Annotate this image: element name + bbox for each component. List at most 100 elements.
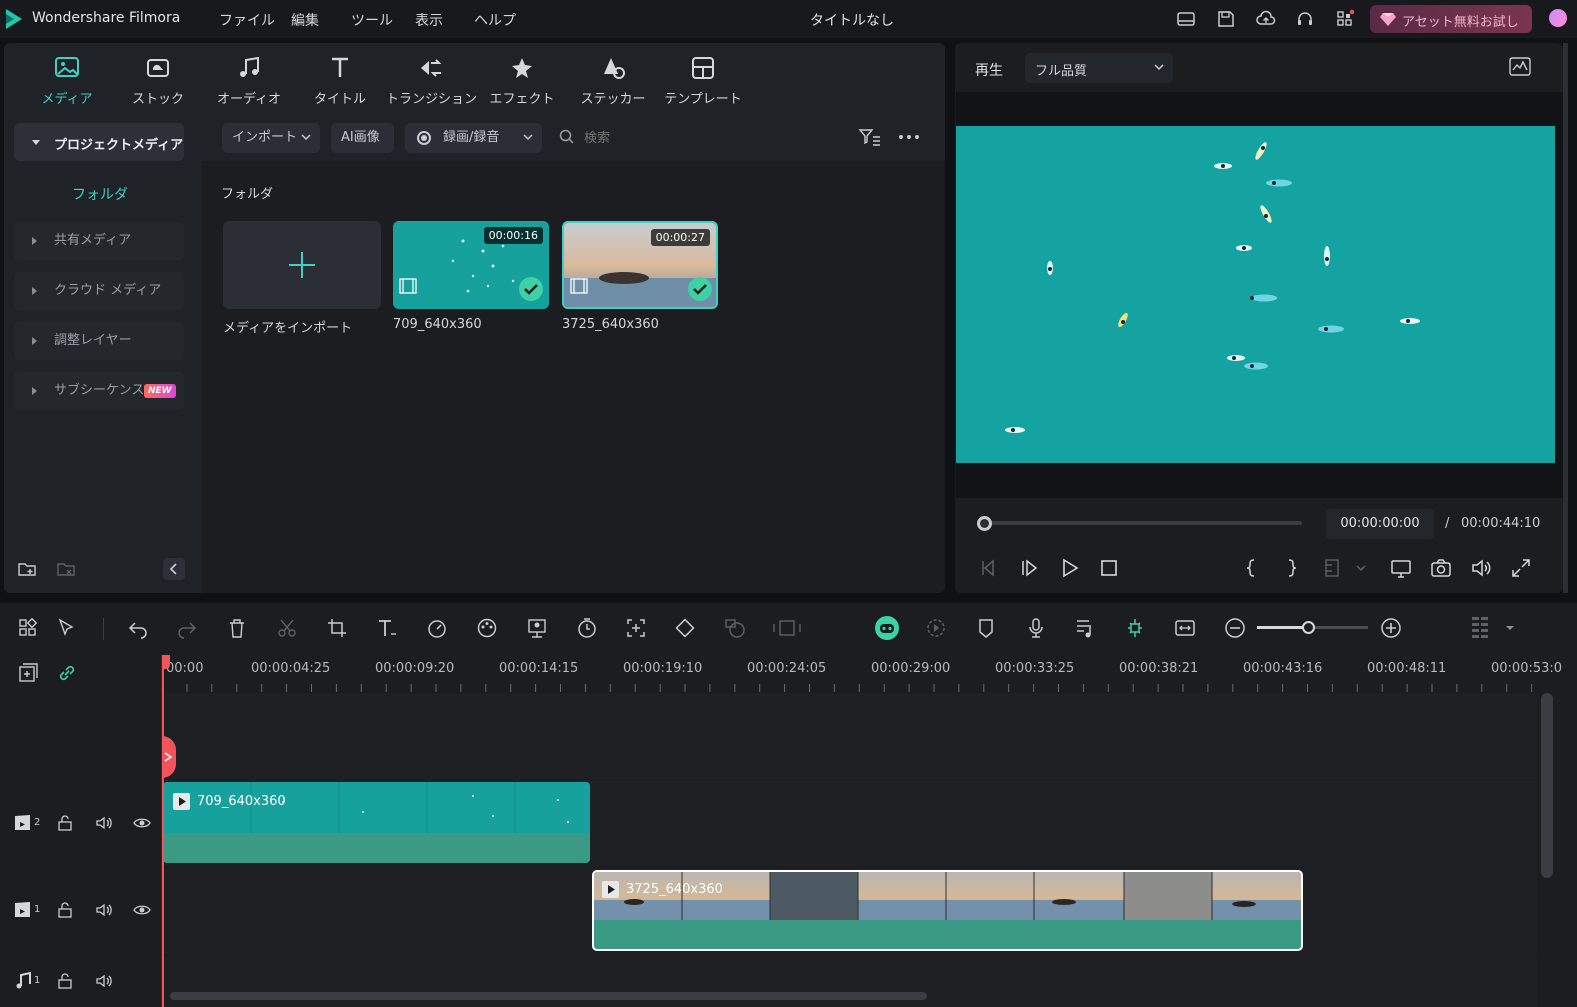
stop-icon[interactable] <box>1098 557 1120 579</box>
tab-effect[interactable]: エフェクト <box>477 54 567 107</box>
apps-grid-icon[interactable] <box>1335 9 1355 29</box>
tab-sticker[interactable]: ステッカー <box>568 54 658 107</box>
auto-reframe-icon[interactable] <box>625 617 647 639</box>
new-folder-icon[interactable] <box>17 559 37 579</box>
sidebar-item-subsequence[interactable]: サブシーケンス NEW <box>14 372 184 410</box>
zoom-slider-handle[interactable] <box>1302 621 1315 634</box>
mark-out-icon[interactable] <box>1281 557 1303 579</box>
import-media-tile[interactable] <box>223 221 381 309</box>
play-icon[interactable] <box>1059 557 1081 579</box>
eye-icon[interactable] <box>133 901 151 919</box>
media-thumb-709[interactable]: 00:00:16 <box>393 221 549 309</box>
lock-icon[interactable] <box>56 972 74 990</box>
ai-copilot-icon[interactable] <box>874 615 900 641</box>
sidebar-item-adjustment-layer[interactable]: 調整レイヤー <box>14 322 184 360</box>
display-icon[interactable] <box>1390 557 1412 579</box>
record-button[interactable]: 録画/録音 <box>405 123 542 153</box>
search-input[interactable] <box>584 124 824 152</box>
delete-trash-icon[interactable] <box>226 617 248 639</box>
tab-template[interactable]: テンプレート <box>658 54 748 107</box>
menu-edit[interactable]: 編集 <box>291 10 319 30</box>
media-thumb-3725[interactable]: 00:00:27 <box>562 221 718 309</box>
headset-icon[interactable] <box>1295 9 1315 29</box>
avatar[interactable] <box>1549 9 1567 27</box>
crop-icon[interactable] <box>326 617 348 639</box>
tab-title[interactable]: タイトル <box>295 54 385 107</box>
preview-video-frame[interactable] <box>956 126 1555 463</box>
audio-mix-icon[interactable] <box>1074 617 1096 639</box>
chevron-down-icon[interactable] <box>1505 624 1515 632</box>
speaker-icon[interactable] <box>95 972 113 990</box>
filter-sort-icon[interactable] <box>858 127 882 147</box>
marker-icon[interactable] <box>975 617 997 639</box>
save-icon[interactable] <box>1216 9 1236 29</box>
current-time-box[interactable]: 00:00:00:00 <box>1326 509 1434 539</box>
speed-icon[interactable] <box>426 617 448 639</box>
split-scissors-icon[interactable] <box>276 617 298 639</box>
more-options-icon[interactable] <box>898 134 920 140</box>
promo-button[interactable]: アセット無料お試し <box>1370 5 1532 33</box>
lock-icon[interactable] <box>56 901 74 919</box>
green-screen-icon[interactable] <box>526 617 548 639</box>
playhead-top-marker[interactable] <box>162 655 170 669</box>
fullscreen-icon[interactable] <box>1510 557 1532 579</box>
collapse-sidebar-button[interactable] <box>163 558 185 580</box>
redo-icon[interactable] <box>176 617 198 639</box>
menu-view[interactable]: 表示 <box>415 10 443 30</box>
text-icon[interactable] <box>376 617 398 639</box>
quality-dropdown[interactable]: フル品質 <box>1025 53 1173 83</box>
eye-icon[interactable] <box>133 814 151 832</box>
zoom-in-icon[interactable] <box>1380 617 1402 639</box>
playback-progress-track[interactable] <box>985 521 1302 525</box>
project-media-item[interactable]: プロジェクトメディア <box>14 123 184 161</box>
prev-frame-icon[interactable] <box>978 557 1000 579</box>
tab-audio[interactable]: オーディオ <box>204 54 294 107</box>
select-tool-icon[interactable] <box>56 617 78 639</box>
menu-file[interactable]: ファイル <box>219 10 275 30</box>
chevron-down-icon[interactable] <box>1355 564 1367 574</box>
speaker-icon[interactable] <box>95 901 113 919</box>
ai-image-button[interactable]: AI画像 <box>331 123 394 153</box>
menu-tools[interactable]: ツール <box>351 10 393 30</box>
playback-progress-handle[interactable] <box>977 516 992 531</box>
speech-to-text-icon[interactable] <box>724 617 746 639</box>
volume-icon[interactable] <box>1470 557 1492 579</box>
zoom-out-icon[interactable] <box>1224 617 1246 639</box>
keyframe-icon[interactable] <box>674 617 696 639</box>
sidebar-folder[interactable]: フォルダ <box>72 184 128 204</box>
tab-transition[interactable]: トランジション <box>386 54 477 107</box>
cloud-upload-icon[interactable] <box>1256 9 1276 29</box>
link-icon[interactable] <box>56 662 78 684</box>
color-palette-icon[interactable] <box>476 617 498 639</box>
timeline-horizontal-scrollbar[interactable] <box>170 992 927 1000</box>
render-preview-icon[interactable] <box>925 617 947 639</box>
sidebar-item-cloud-media[interactable]: クラウド メディア <box>14 272 184 310</box>
player-tab[interactable]: 再生 <box>975 60 1003 80</box>
insert-icon[interactable] <box>1321 557 1343 579</box>
stabilize-icon[interactable] <box>772 617 802 639</box>
lock-icon[interactable] <box>56 814 74 832</box>
fit-timeline-icon[interactable] <box>1174 617 1196 639</box>
panel-scrollbar[interactable] <box>1563 43 1568 593</box>
track-layout-icon[interactable] <box>1470 615 1490 643</box>
undo-icon[interactable] <box>127 617 149 639</box>
timeline-clip-3725[interactable]: 3725_640x360 <box>592 870 1303 951</box>
next-frame-icon[interactable] <box>1019 557 1041 579</box>
timeline-vertical-scrollbar[interactable] <box>1541 693 1553 878</box>
timeline-clip-709[interactable]: 709_640x360 <box>163 782 590 863</box>
playhead-line[interactable] <box>162 655 164 1007</box>
sidebar-item-shared-media[interactable]: 共有メディア <box>14 222 184 260</box>
snap-magnet-icon[interactable] <box>1124 617 1146 639</box>
duration-timer-icon[interactable] <box>576 617 598 639</box>
tab-stock[interactable]: ストック <box>113 54 203 107</box>
snapshot-camera-icon[interactable] <box>1430 557 1452 579</box>
layout-grid-icon[interactable] <box>17 617 39 639</box>
add-track-icon[interactable] <box>17 662 39 684</box>
scopes-icon[interactable] <box>1508 56 1532 78</box>
tab-media[interactable]: メディア <box>22 54 112 107</box>
menu-help[interactable]: ヘルプ <box>474 10 516 30</box>
playhead-scissor-handle[interactable] <box>162 736 176 778</box>
speaker-icon[interactable] <box>95 814 113 832</box>
layout-icon[interactable] <box>1176 9 1196 29</box>
mark-in-icon[interactable] <box>1240 557 1262 579</box>
